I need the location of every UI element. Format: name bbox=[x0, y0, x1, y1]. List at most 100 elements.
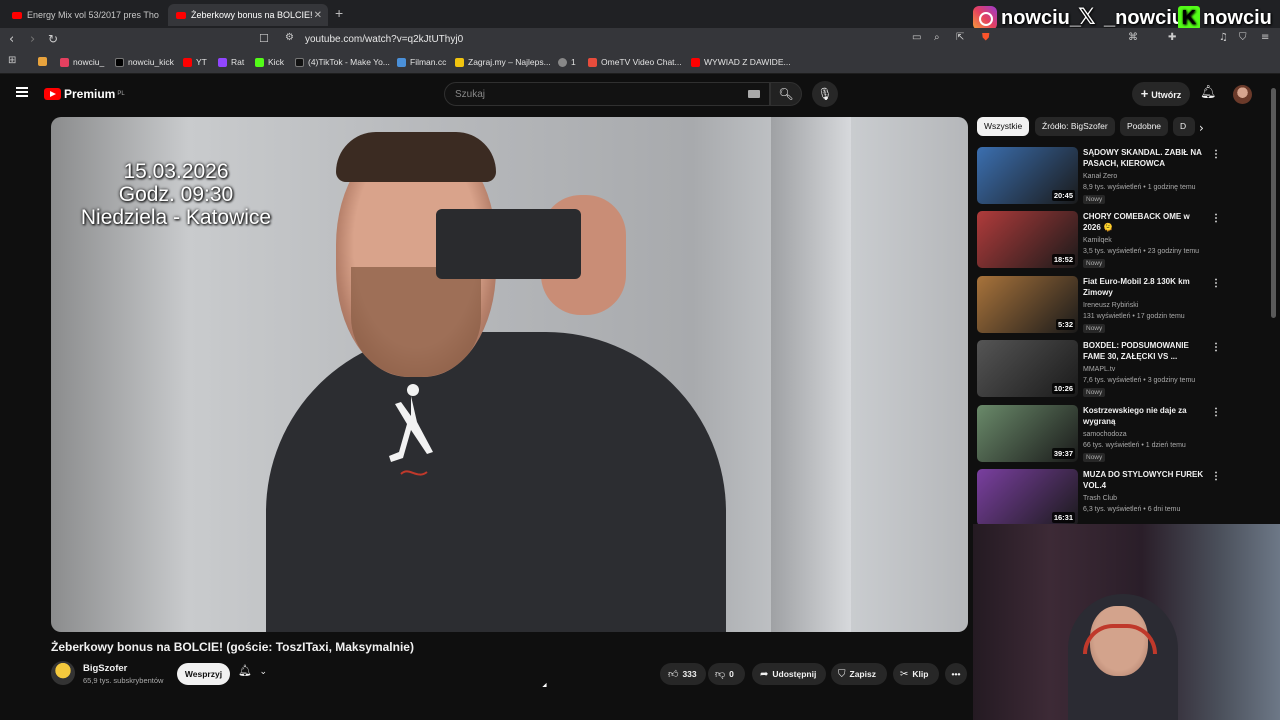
channel-name[interactable]: BigSzofer bbox=[83, 663, 127, 674]
recommendation-title[interactable]: MUZA DO STYLOWYCH FUREK VOL.4 bbox=[1083, 469, 1205, 491]
share-button[interactable]: ➦ Udostępnij bbox=[752, 663, 826, 685]
bookmark-item[interactable]: Zagraj.my – Najleps... bbox=[455, 57, 551, 67]
notifications-bell-icon[interactable]: 🔔︎ bbox=[1200, 85, 1217, 100]
recommendation-thumbnail[interactable]: 5:32 bbox=[977, 276, 1078, 333]
keyboard-icon[interactable] bbox=[748, 90, 760, 98]
chip-more[interactable]: D bbox=[1173, 117, 1195, 136]
youtube-logo[interactable]: Premium PL bbox=[44, 87, 125, 101]
recommendation-title[interactable]: BOXDEL: PODSUMOWANIE FAME 30, ZAŁĘCKI VS… bbox=[1083, 340, 1205, 362]
bookmark-item[interactable]: nowciu_ bbox=[60, 57, 104, 67]
new-badge: Nowy bbox=[1083, 388, 1106, 397]
puzzle-icon[interactable]: ✚ bbox=[1168, 32, 1176, 43]
recommendation-title[interactable]: Fiat Euro-Mobil 2.8 130K km Zimowy bbox=[1083, 276, 1205, 298]
more-vertical-icon[interactable]: ⋮ bbox=[1211, 471, 1221, 482]
back-icon[interactable]: ‹ bbox=[9, 32, 14, 47]
video-duration: 18:52 bbox=[1051, 254, 1075, 265]
clip-button[interactable]: ✂ Klip bbox=[893, 663, 939, 685]
recommendation-item[interactable]: 39:37 Kostrzewskiego nie daje za wygraną s… bbox=[977, 405, 1221, 463]
forward-icon[interactable]: › bbox=[30, 32, 35, 47]
recommendation-item[interactable]: 20:45 SĄDOWY SKANDAL. ZABIŁ NA PASACH, KI… bbox=[977, 147, 1221, 205]
recommendation-channel[interactable]: MMAPL.tv bbox=[1083, 366, 1115, 373]
scrollbar[interactable] bbox=[1271, 88, 1276, 318]
bookmark-icon[interactable]: ☐ bbox=[259, 32, 269, 45]
music-icon[interactable]: ♫ bbox=[1219, 32, 1228, 43]
recommendation-thumbnail[interactable]: 10:26 bbox=[977, 340, 1078, 397]
recommendation-meta: 8,9 tys. wyświetleń • 1 godzinę temu bbox=[1083, 184, 1196, 191]
bookmark-item[interactable]: Rat bbox=[218, 57, 244, 67]
recommendation-thumbnail[interactable]: 39:37 bbox=[977, 405, 1078, 462]
support-button[interactable]: Wesprzyj bbox=[177, 663, 230, 685]
chip-source[interactable]: Źródło: BigSzofer bbox=[1035, 117, 1115, 136]
create-button[interactable]: + Utwórz bbox=[1132, 82, 1190, 106]
more-vertical-icon[interactable]: ⋮ bbox=[1211, 278, 1221, 289]
recommendation-thumbnail[interactable]: 16:31 bbox=[977, 469, 1078, 526]
extension-icon[interactable]: ⌘ bbox=[1128, 32, 1138, 43]
more-vertical-icon[interactable]: ⋮ bbox=[1211, 213, 1221, 224]
video-player[interactable]: 15.03.2026 Godz. 09:30 Niedziela - Katow… bbox=[51, 117, 968, 632]
recommendation-item[interactable]: 5:32 Fiat Euro-Mobil 2.8 130K km Zimowy Ir… bbox=[977, 276, 1221, 334]
recommendation-thumbnail[interactable]: 20:45 bbox=[977, 147, 1078, 204]
bookmark-item[interactable]: OmeTV Video Chat... bbox=[588, 57, 682, 67]
channel-avatar[interactable] bbox=[51, 661, 75, 685]
browser-tab-1[interactable]: Energy Mix vol 53/2017 pres Tho bbox=[4, 4, 159, 26]
tab-title: Żeberkowy bonus na BOLCIE! bbox=[191, 10, 313, 20]
zoom-icon[interactable]: ⌕ bbox=[934, 32, 940, 43]
plus-icon[interactable]: + bbox=[335, 5, 343, 21]
apps-grid-icon[interactable]: ⊞ bbox=[8, 55, 16, 66]
vpn-icon[interactable]: ⛉ bbox=[1239, 32, 1247, 43]
video-date-overlay: 15.03.2026 Godz. 09:30 Niedziela - Katow… bbox=[80, 160, 272, 229]
chevron-right-icon[interactable]: › bbox=[1199, 121, 1204, 135]
bookmark-item[interactable]: Filman.cc bbox=[397, 57, 446, 67]
share-icon[interactable]: ⇱ bbox=[956, 32, 964, 43]
recommendation-item[interactable]: 10:26 BOXDEL: PODSUMOWANIE FAME 30, ZAŁĘC… bbox=[977, 340, 1221, 398]
more-actions-button[interactable]: ••• bbox=[945, 663, 967, 685]
more-vertical-icon[interactable]: ⋮ bbox=[1211, 407, 1221, 418]
search-input[interactable]: Szukaj bbox=[444, 82, 770, 106]
recommendation-item[interactable]: 16:31 MUZA DO STYLOWYCH FUREK VOL.4 Trash … bbox=[977, 469, 1221, 527]
chip-all[interactable]: Wszystkie bbox=[977, 117, 1030, 136]
more-vertical-icon[interactable]: ⋮ bbox=[1211, 342, 1221, 353]
recommendation-meta: 7,6 tys. wyświetleń • 3 godziny temu bbox=[1083, 377, 1196, 384]
recommendation-item[interactable]: 18:52 CHORY COMEBACK OME w 2026 🫠 Kamilqek… bbox=[977, 211, 1221, 269]
recommendation-title[interactable]: CHORY COMEBACK OME w 2026 🫠 bbox=[1083, 211, 1205, 233]
reload-icon[interactable]: ↻ bbox=[48, 32, 58, 46]
chip-similar[interactable]: Podobne bbox=[1120, 117, 1169, 136]
recommendation-channel[interactable]: samochodoza bbox=[1083, 431, 1127, 438]
video-duration: 39:37 bbox=[1051, 448, 1075, 459]
account-avatar[interactable] bbox=[1233, 85, 1252, 104]
menu-icon[interactable]: ≡ bbox=[1261, 32, 1269, 43]
recommendation-title[interactable]: SĄDOWY SKANDAL. ZABIŁ NA PASACH, KIEROWC… bbox=[1083, 147, 1205, 170]
bookmark-icon: ⛉ bbox=[838, 669, 846, 680]
dislike-button[interactable]: 👎︎ 0 bbox=[708, 663, 745, 685]
site-settings-icon[interactable]: ⚙ bbox=[285, 32, 294, 43]
bookmark-item[interactable]: 1 bbox=[558, 57, 576, 67]
scissors-icon: ✂ bbox=[900, 669, 909, 680]
save-button[interactable]: ⛉ Zapisz bbox=[831, 663, 887, 685]
recommendation-channel[interactable]: Ireneusz Rybiński bbox=[1083, 302, 1138, 309]
bookmark-item[interactable]: (4)TikTok - Make Yo... bbox=[295, 57, 390, 67]
new-badge: Nowy bbox=[1083, 324, 1106, 333]
filman-favicon-icon bbox=[397, 57, 406, 67]
recommendation-title[interactable]: Kostrzewskiego nie daje za wygraną bbox=[1083, 405, 1205, 427]
recommendation-channel[interactable]: Kamilqek bbox=[1083, 237, 1112, 244]
notification-settings-button[interactable]: 🔔︎ ⌄ bbox=[238, 664, 278, 684]
shield-icon[interactable]: ⛊ bbox=[982, 32, 990, 43]
bookmark-item[interactable] bbox=[38, 57, 51, 66]
more-vertical-icon[interactable]: ⋮ bbox=[1211, 149, 1221, 160]
bookmark-item[interactable]: YT bbox=[183, 57, 207, 67]
voice-search-button[interactable]: 🎙︎ bbox=[812, 81, 838, 107]
search-button[interactable]: 🔍︎ bbox=[770, 82, 802, 106]
bookmark-item[interactable]: Kick bbox=[255, 57, 284, 67]
like-button[interactable]: 👍︎ 333 bbox=[660, 663, 706, 685]
hamburger-menu-icon[interactable] bbox=[16, 87, 28, 97]
bookmark-item[interactable]: nowciu_kick bbox=[115, 57, 174, 67]
browser-tab-2[interactable]: Żeberkowy bonus na BOLCIE! ✕ bbox=[168, 4, 328, 26]
close-tab-icon[interactable]: ✕ bbox=[314, 10, 322, 21]
cast-icon[interactable]: ▭ bbox=[912, 32, 921, 43]
recommendation-channel[interactable]: Trash Club bbox=[1083, 495, 1117, 502]
recommendation-channel[interactable]: Kanał Zero bbox=[1083, 173, 1117, 180]
instagram-icon bbox=[973, 6, 997, 30]
bookmark-item[interactable]: WYWIAD Z DAWIDE... bbox=[691, 57, 791, 67]
url-field[interactable]: youtube.com/watch?v=q2kJtUThyj0 bbox=[305, 34, 463, 45]
recommendation-thumbnail[interactable]: 18:52 bbox=[977, 211, 1078, 268]
